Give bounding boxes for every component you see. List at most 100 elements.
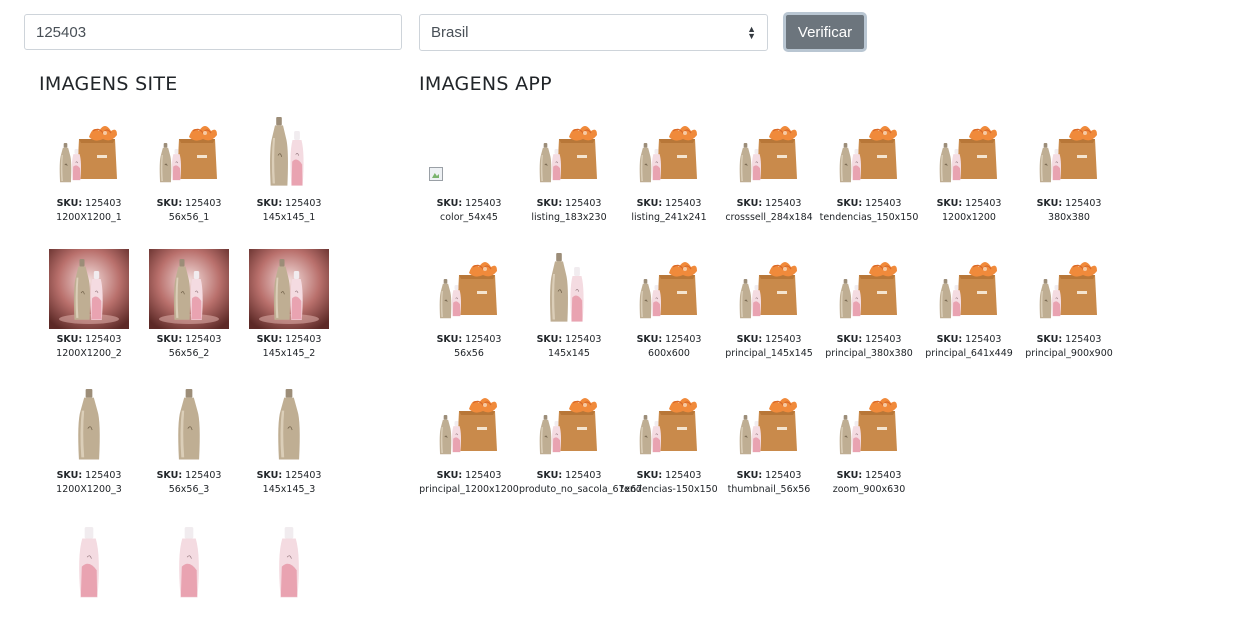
image-card: SKU: 125403 56x56_1 <box>139 113 239 233</box>
sku-label: SKU: <box>636 198 663 209</box>
verify-button[interactable]: Verificar <box>783 12 867 52</box>
image-caption: SKU: 125403 1200x1200 <box>919 197 1019 225</box>
image-card: SKU: 125403 145x145_3 <box>239 385 339 505</box>
image-caption: SKU: 125403 145x145_3 <box>239 469 339 497</box>
image-caption: SKU: 125403 principal_380x380 <box>819 333 919 361</box>
product-kit-image <box>729 113 809 193</box>
broken-image-icon <box>429 167 443 181</box>
sku-value: 125403 <box>82 470 122 481</box>
image-name: listing_183x230 <box>531 212 607 223</box>
sku-value: 125403 <box>1062 334 1102 345</box>
site-section-title: IMAGENS SITE <box>39 73 178 95</box>
product-kit-image <box>1029 249 1109 329</box>
sku-input[interactable] <box>24 14 402 50</box>
sku-label: SKU: <box>436 198 463 209</box>
image-card: SKU: 125403 600x600 <box>619 249 719 369</box>
image-caption: SKU: 125403 color_54x45 <box>419 197 519 225</box>
sku-label: SKU: <box>536 334 563 345</box>
image-caption: SKU: 125403 tendencias_150x150 <box>819 197 919 225</box>
sku-label: SKU: <box>156 470 183 481</box>
sku-label: SKU: <box>256 334 283 345</box>
image-caption: SKU: 125403 principal_641x449 <box>919 333 1019 361</box>
image-name: 1200x1200 <box>942 212 996 223</box>
sku-label: SKU: <box>536 470 563 481</box>
image-card: SKU: 125403 principal_641x449 <box>919 249 1019 369</box>
product-kit-image <box>729 385 809 465</box>
perfume-scene-image <box>149 249 229 329</box>
sku-value: 125403 <box>662 334 702 345</box>
product-kit-image <box>729 249 809 329</box>
image-card: SKU: 125403 listing_241x241 <box>619 113 719 233</box>
image-card: SKU: 125403 145x145_1 <box>239 113 339 233</box>
select-arrows-icon: ▲ ▼ <box>747 23 756 41</box>
image-caption: SKU: 125403 principal_145x145 <box>719 333 819 361</box>
sku-value: 125403 <box>762 198 802 209</box>
sku-value: 125403 <box>662 198 702 209</box>
image-name: 380x380 <box>1048 212 1090 223</box>
image-name: 1200X1200_1 <box>56 212 122 223</box>
sku-label: SKU: <box>636 334 663 345</box>
perfume-pair-image <box>249 113 329 193</box>
image-card: SKU: 125403 tendencias-150x150 <box>619 385 719 505</box>
image-card: SKU: 125403 tendencias_150x150 <box>819 113 919 233</box>
image-caption: SKU: 125403 145x145_1 <box>239 197 339 225</box>
image-name: principal_145x145 <box>725 348 813 359</box>
image-card: SKU: 125403 1200X1200_2 <box>39 249 139 369</box>
image-name: principal_900x900 <box>1025 348 1113 359</box>
sku-value: 125403 <box>1062 198 1102 209</box>
sku-label: SKU: <box>836 198 863 209</box>
image-caption: SKU: 125403 1200X1200_1 <box>39 197 139 225</box>
sku-value: 125403 <box>562 334 602 345</box>
image-card: SKU: 125403 thumbnail_56x56 <box>719 385 819 505</box>
product-kit-image <box>529 113 609 193</box>
image-name: color_54x45 <box>440 212 498 223</box>
sku-value: 125403 <box>662 470 702 481</box>
image-caption: SKU: 125403 tendencias-150x150 <box>619 469 719 497</box>
country-select-value: Brasil <box>431 24 469 41</box>
image-name: 145x145_3 <box>262 484 316 495</box>
perfume-bottle-image <box>49 385 129 465</box>
image-caption: SKU: 125403 crosssell_284x184 <box>719 197 819 225</box>
image-card: SKU: 125403 principal_145x145 <box>719 249 819 369</box>
image-name: tendencias_150x150 <box>819 212 919 223</box>
sku-value: 125403 <box>962 334 1002 345</box>
sku-value: 125403 <box>862 470 902 481</box>
sku-label: SKU: <box>436 470 463 481</box>
image-card: SKU: 125403 principal_380x380 <box>819 249 919 369</box>
image-name: principal_1200x1200 <box>419 484 519 495</box>
image-caption: SKU: 125403 produto_no_sacola_67x67 <box>519 469 643 497</box>
perfume-bottle-image <box>249 385 329 465</box>
image-card: SKU: 125403 1200X1200_1 <box>39 113 139 233</box>
image-card: SKU: 125403 listing_183x230 <box>519 113 619 233</box>
image-card: SKU: 125403 principal_900x900 <box>1019 249 1119 369</box>
sku-value: 125403 <box>962 198 1002 209</box>
image-card: SKU: 125403 56x56 <box>419 249 519 369</box>
perfume-bottle-image <box>149 385 229 465</box>
sku-value: 125403 <box>182 470 222 481</box>
product-kit-image <box>629 249 709 329</box>
sku-label: SKU: <box>836 470 863 481</box>
product-kit-image <box>429 385 509 465</box>
product-kit-image <box>829 249 909 329</box>
image-name: 145x145_2 <box>262 348 316 359</box>
image-name: 56x56 <box>454 348 484 359</box>
sku-value: 125403 <box>862 198 902 209</box>
image-caption: SKU: 125403 1200X1200_3 <box>39 469 139 497</box>
sku-value: 125403 <box>282 334 322 345</box>
sku-label: SKU: <box>156 334 183 345</box>
sku-label: SKU: <box>1036 334 1063 345</box>
image-name: tendencias-150x150 <box>620 484 718 495</box>
image-card <box>39 521 139 641</box>
image-name: listing_241x241 <box>631 212 707 223</box>
product-kit-image <box>929 249 1009 329</box>
sku-value: 125403 <box>282 198 322 209</box>
image-name: produto_no_sacola_67x67 <box>519 484 643 495</box>
sku-label: SKU: <box>156 198 183 209</box>
image-name: thumbnail_56x56 <box>727 484 811 495</box>
sku-value: 125403 <box>182 198 222 209</box>
image-caption: SKU: 125403 principal_1200x1200 <box>419 469 519 497</box>
image-name: 1200X1200_3 <box>56 484 122 495</box>
country-select[interactable]: Brasil ▲ ▼ <box>419 14 768 51</box>
sku-label: SKU: <box>836 334 863 345</box>
product-kit-image <box>149 113 229 193</box>
